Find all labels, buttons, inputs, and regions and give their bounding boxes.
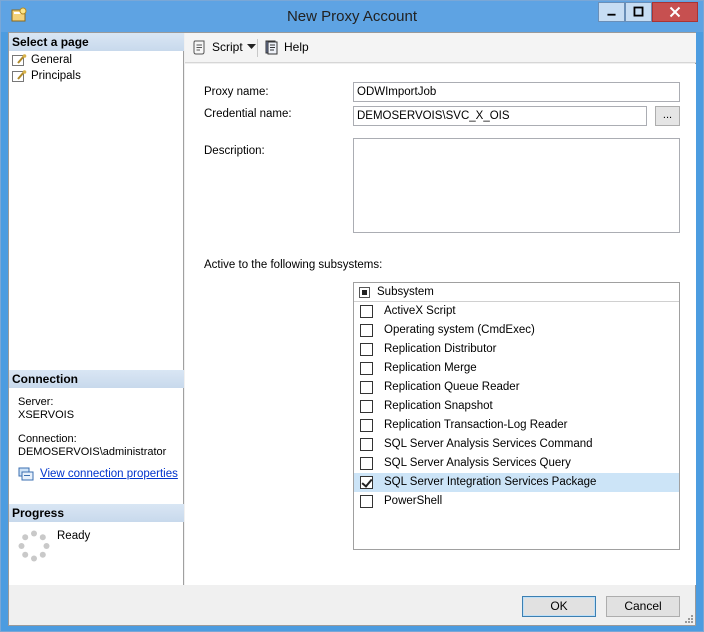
browse-credential-button[interactable]: ... bbox=[655, 106, 680, 126]
subsystem-checkbox[interactable] bbox=[360, 362, 373, 375]
subsystem-row[interactable]: SQL Server Analysis Services Command bbox=[354, 435, 679, 454]
description-input[interactable] bbox=[353, 138, 680, 233]
credential-name-input[interactable] bbox=[353, 106, 647, 126]
page-item-principals[interactable]: Principals bbox=[12, 68, 81, 84]
maximize-icon bbox=[633, 6, 644, 17]
subsystem-grid-header: Subsystem bbox=[354, 283, 679, 302]
subsystem-checkbox[interactable] bbox=[360, 400, 373, 413]
ok-button[interactable]: OK bbox=[522, 596, 596, 617]
subsystem-row[interactable]: PowerShell bbox=[354, 492, 679, 511]
help-button[interactable]: Help bbox=[264, 39, 309, 55]
minimize-button[interactable] bbox=[598, 2, 625, 22]
subsystem-row[interactable]: Replication Transaction-Log Reader bbox=[354, 416, 679, 435]
left-pane: Select a page General Principals Connect… bbox=[9, 33, 184, 585]
subsystem-checkbox[interactable] bbox=[360, 476, 373, 489]
page-item-general[interactable]: General bbox=[12, 52, 72, 68]
description-label: Description: bbox=[204, 145, 265, 157]
cancel-button[interactable]: Cancel bbox=[606, 596, 680, 617]
subsystem-row[interactable]: Operating system (CmdExec) bbox=[354, 321, 679, 340]
progress-spinner-icon bbox=[18, 530, 50, 562]
script-button[interactable]: Script bbox=[192, 39, 256, 55]
subsystem-row[interactable]: Replication Snapshot bbox=[354, 397, 679, 416]
connection-value: DEMOSERVOIS\administrator bbox=[18, 446, 167, 458]
subsystem-checkbox[interactable] bbox=[360, 438, 373, 451]
view-connection-properties-link[interactable]: View connection properties bbox=[18, 467, 178, 481]
close-icon bbox=[669, 6, 681, 18]
dropdown-arrow-icon[interactable] bbox=[246, 44, 256, 50]
dialog-client: Select a page General Principals Connect… bbox=[8, 32, 696, 626]
subsystem-label: Replication Merge bbox=[384, 362, 477, 374]
proxy-name-input[interactable] bbox=[353, 82, 680, 102]
subsystem-row[interactable]: SQL Server Integration Services Package bbox=[354, 473, 679, 492]
credential-name-label: Credential name: bbox=[204, 108, 292, 120]
resize-grip-icon[interactable] bbox=[684, 614, 694, 624]
subsystem-checkbox[interactable] bbox=[360, 419, 373, 432]
select-page-header: Select a page bbox=[9, 33, 184, 51]
page-item-label: Principals bbox=[31, 70, 81, 82]
dialog-footer: OK Cancel bbox=[9, 586, 695, 625]
connection-header: Connection bbox=[9, 370, 184, 388]
subsystem-label: Replication Snapshot bbox=[384, 400, 493, 412]
help-label: Help bbox=[284, 40, 309, 54]
page-wrench-icon bbox=[12, 53, 27, 66]
minimize-icon bbox=[607, 13, 616, 16]
connection-label: Connection: bbox=[18, 433, 77, 445]
subsystem-checkbox[interactable] bbox=[360, 324, 373, 337]
subsystem-checkbox[interactable] bbox=[360, 305, 373, 318]
subsystem-row[interactable]: Replication Merge bbox=[354, 359, 679, 378]
subsystem-checkbox[interactable] bbox=[360, 381, 373, 394]
subsystem-row[interactable]: Replication Distributor bbox=[354, 340, 679, 359]
subsystem-label: PowerShell bbox=[384, 495, 443, 507]
close-button[interactable] bbox=[652, 2, 698, 22]
proxy-account-window: New Proxy Account Select a page General … bbox=[0, 0, 704, 632]
subsystem-label: ActiveX Script bbox=[384, 305, 456, 317]
server-label: Server: bbox=[18, 396, 54, 408]
subsystem-row[interactable]: Replication Queue Reader bbox=[354, 378, 679, 397]
subsystem-grid: Subsystem ActiveX Script Operating system… bbox=[353, 282, 680, 550]
subsystem-label: SQL Server Analysis Services Command bbox=[384, 438, 593, 450]
subsystem-column-header: Subsystem bbox=[377, 286, 434, 298]
script-label: Script bbox=[212, 40, 243, 54]
page-wrench-icon bbox=[12, 69, 27, 82]
server-value: XSERVOIS bbox=[18, 409, 75, 421]
proxy-name-label: Proxy name: bbox=[204, 86, 269, 98]
subsystem-label: SQL Server Integration Services Package bbox=[384, 476, 597, 488]
subsystem-label: Replication Queue Reader bbox=[384, 381, 520, 393]
subsystem-label: Replication Transaction-Log Reader bbox=[384, 419, 568, 431]
subsystem-checkbox[interactable] bbox=[360, 495, 373, 508]
subsystem-label: Operating system (CmdExec) bbox=[384, 324, 535, 336]
subsystem-label: SQL Server Analysis Services Query bbox=[384, 457, 571, 469]
script-icon bbox=[193, 40, 205, 55]
select-all-checkbox[interactable] bbox=[359, 287, 370, 298]
subsystem-row[interactable]: SQL Server Analysis Services Query bbox=[354, 454, 679, 473]
page-item-label: General bbox=[31, 54, 72, 66]
toolbar-separator bbox=[257, 39, 258, 57]
general-form: Proxy name: Credential name: ... Descrip… bbox=[185, 64, 696, 585]
subsystem-label: Replication Distributor bbox=[384, 343, 497, 355]
subsystem-row[interactable]: ActiveX Script bbox=[354, 302, 679, 321]
subsystem-checkbox[interactable] bbox=[360, 343, 373, 356]
subsystems-label: Active to the following subsystems: bbox=[204, 259, 383, 271]
view-connection-properties-label: View connection properties bbox=[40, 468, 178, 480]
progress-status: Ready bbox=[57, 530, 91, 542]
title-bar[interactable]: New Proxy Account bbox=[1, 1, 703, 32]
progress-header: Progress bbox=[9, 504, 184, 522]
subsystem-checkbox[interactable] bbox=[360, 457, 373, 470]
connection-properties-icon bbox=[18, 467, 34, 481]
maximize-button[interactable] bbox=[625, 2, 652, 22]
help-book-icon bbox=[265, 40, 278, 55]
toolbar: Script Help bbox=[185, 33, 696, 63]
